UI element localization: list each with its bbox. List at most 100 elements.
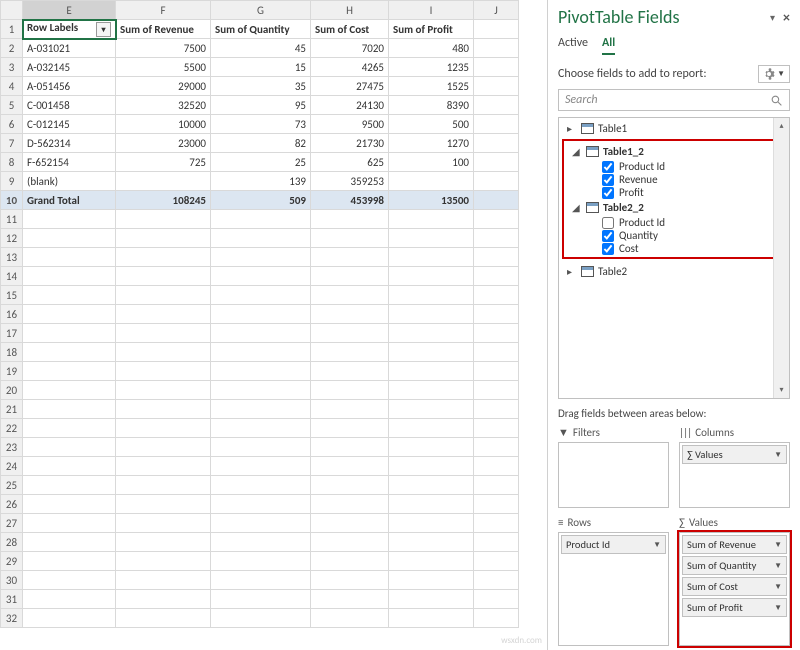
- cell[interactable]: [474, 134, 519, 153]
- cell[interactable]: [23, 362, 116, 381]
- cell[interactable]: 7020: [311, 39, 389, 58]
- grid-row[interactable]: 16: [1, 305, 519, 324]
- row-header[interactable]: 6: [1, 115, 23, 134]
- cell[interactable]: [211, 305, 311, 324]
- row-header[interactable]: 7: [1, 134, 23, 153]
- row-header[interactable]: 11: [1, 210, 23, 229]
- cell[interactable]: Sum of Cost: [311, 20, 389, 39]
- row-header[interactable]: 23: [1, 438, 23, 457]
- cell[interactable]: [311, 400, 389, 419]
- grid-row[interactable]: 26: [1, 495, 519, 514]
- table-node[interactable]: ▸ Table2: [559, 263, 789, 280]
- cell[interactable]: 5500: [116, 58, 211, 77]
- cell[interactable]: [389, 343, 474, 362]
- row-header[interactable]: 25: [1, 476, 23, 495]
- cell[interactable]: [389, 229, 474, 248]
- cell[interactable]: [311, 590, 389, 609]
- cell[interactable]: [211, 381, 311, 400]
- cell[interactable]: [389, 514, 474, 533]
- cell[interactable]: 1525: [389, 77, 474, 96]
- cell[interactable]: [474, 229, 519, 248]
- area-field-chip[interactable]: ∑ Values▼: [682, 445, 787, 464]
- cell[interactable]: [23, 438, 116, 457]
- cell[interactable]: 100: [389, 153, 474, 172]
- cell[interactable]: Grand Total: [23, 191, 116, 210]
- cell[interactable]: [474, 115, 519, 134]
- cell[interactable]: [211, 267, 311, 286]
- cell[interactable]: [23, 457, 116, 476]
- cell[interactable]: [474, 571, 519, 590]
- grid-row[interactable]: 15: [1, 286, 519, 305]
- cell[interactable]: [211, 362, 311, 381]
- cell[interactable]: [474, 20, 519, 39]
- cell[interactable]: [23, 229, 116, 248]
- grid-row[interactable]: 25: [1, 476, 519, 495]
- cell[interactable]: [116, 438, 211, 457]
- grid-row[interactable]: 28: [1, 533, 519, 552]
- grid-row[interactable]: 4A-0514562900035274751525: [1, 77, 519, 96]
- row-header[interactable]: 31: [1, 590, 23, 609]
- cell[interactable]: [474, 495, 519, 514]
- cell[interactable]: [211, 476, 311, 495]
- cell[interactable]: 24130: [311, 96, 389, 115]
- grid-row[interactable]: 24: [1, 457, 519, 476]
- cell[interactable]: [116, 229, 211, 248]
- cell[interactable]: [474, 438, 519, 457]
- cell[interactable]: [211, 571, 311, 590]
- cell[interactable]: [389, 476, 474, 495]
- row-header[interactable]: 9: [1, 172, 23, 191]
- cell[interactable]: [23, 609, 116, 628]
- chevron-down-icon[interactable]: ▼: [774, 603, 782, 613]
- chevron-down-icon[interactable]: ▼: [653, 540, 661, 550]
- field-item[interactable]: Product Id: [564, 160, 784, 173]
- cell[interactable]: [389, 457, 474, 476]
- cell[interactable]: [474, 248, 519, 267]
- cell[interactable]: A-051456: [23, 77, 116, 96]
- cell[interactable]: A-032145: [23, 58, 116, 77]
- cell[interactable]: 500: [389, 115, 474, 134]
- row-header[interactable]: 12: [1, 229, 23, 248]
- cell[interactable]: [474, 552, 519, 571]
- chevron-down-icon[interactable]: ▼: [774, 450, 782, 460]
- field-checkbox[interactable]: [602, 161, 614, 173]
- cell[interactable]: 32520: [116, 96, 211, 115]
- cell[interactable]: [116, 400, 211, 419]
- cell[interactable]: [116, 267, 211, 286]
- cell[interactable]: [23, 495, 116, 514]
- tools-button[interactable]: ▼: [758, 65, 790, 83]
- cell[interactable]: [389, 267, 474, 286]
- cell[interactable]: [311, 229, 389, 248]
- grid-row[interactable]: 1Row Labels▾Sum of RevenueSum of Quantit…: [1, 20, 519, 39]
- cell[interactable]: [474, 324, 519, 343]
- row-header[interactable]: 5: [1, 96, 23, 115]
- cell[interactable]: [116, 552, 211, 571]
- grid-row[interactable]: 7D-5623142300082217301270: [1, 134, 519, 153]
- cell[interactable]: 21730: [311, 134, 389, 153]
- grid-row[interactable]: 23: [1, 438, 519, 457]
- cell[interactable]: [116, 172, 211, 191]
- cell[interactable]: [311, 381, 389, 400]
- grid-row[interactable]: 19: [1, 362, 519, 381]
- table-node[interactable]: ◢Table1_2: [564, 143, 784, 160]
- cell[interactable]: [389, 495, 474, 514]
- field-item[interactable]: Revenue: [564, 173, 784, 186]
- cell[interactable]: [23, 514, 116, 533]
- cell[interactable]: [311, 571, 389, 590]
- row-header[interactable]: 15: [1, 286, 23, 305]
- cell[interactable]: [116, 609, 211, 628]
- row-header[interactable]: 21: [1, 400, 23, 419]
- cell[interactable]: [211, 419, 311, 438]
- cell[interactable]: [116, 381, 211, 400]
- grid-row[interactable]: 31: [1, 590, 519, 609]
- field-checkbox[interactable]: [602, 187, 614, 199]
- cell[interactable]: [311, 267, 389, 286]
- cell[interactable]: 45: [211, 39, 311, 58]
- cell[interactable]: [311, 495, 389, 514]
- field-checkbox[interactable]: [602, 174, 614, 186]
- cell[interactable]: [211, 533, 311, 552]
- cell[interactable]: C-001458: [23, 96, 116, 115]
- cell[interactable]: [116, 343, 211, 362]
- cell[interactable]: [23, 324, 116, 343]
- cell[interactable]: [211, 552, 311, 571]
- cell[interactable]: [474, 191, 519, 210]
